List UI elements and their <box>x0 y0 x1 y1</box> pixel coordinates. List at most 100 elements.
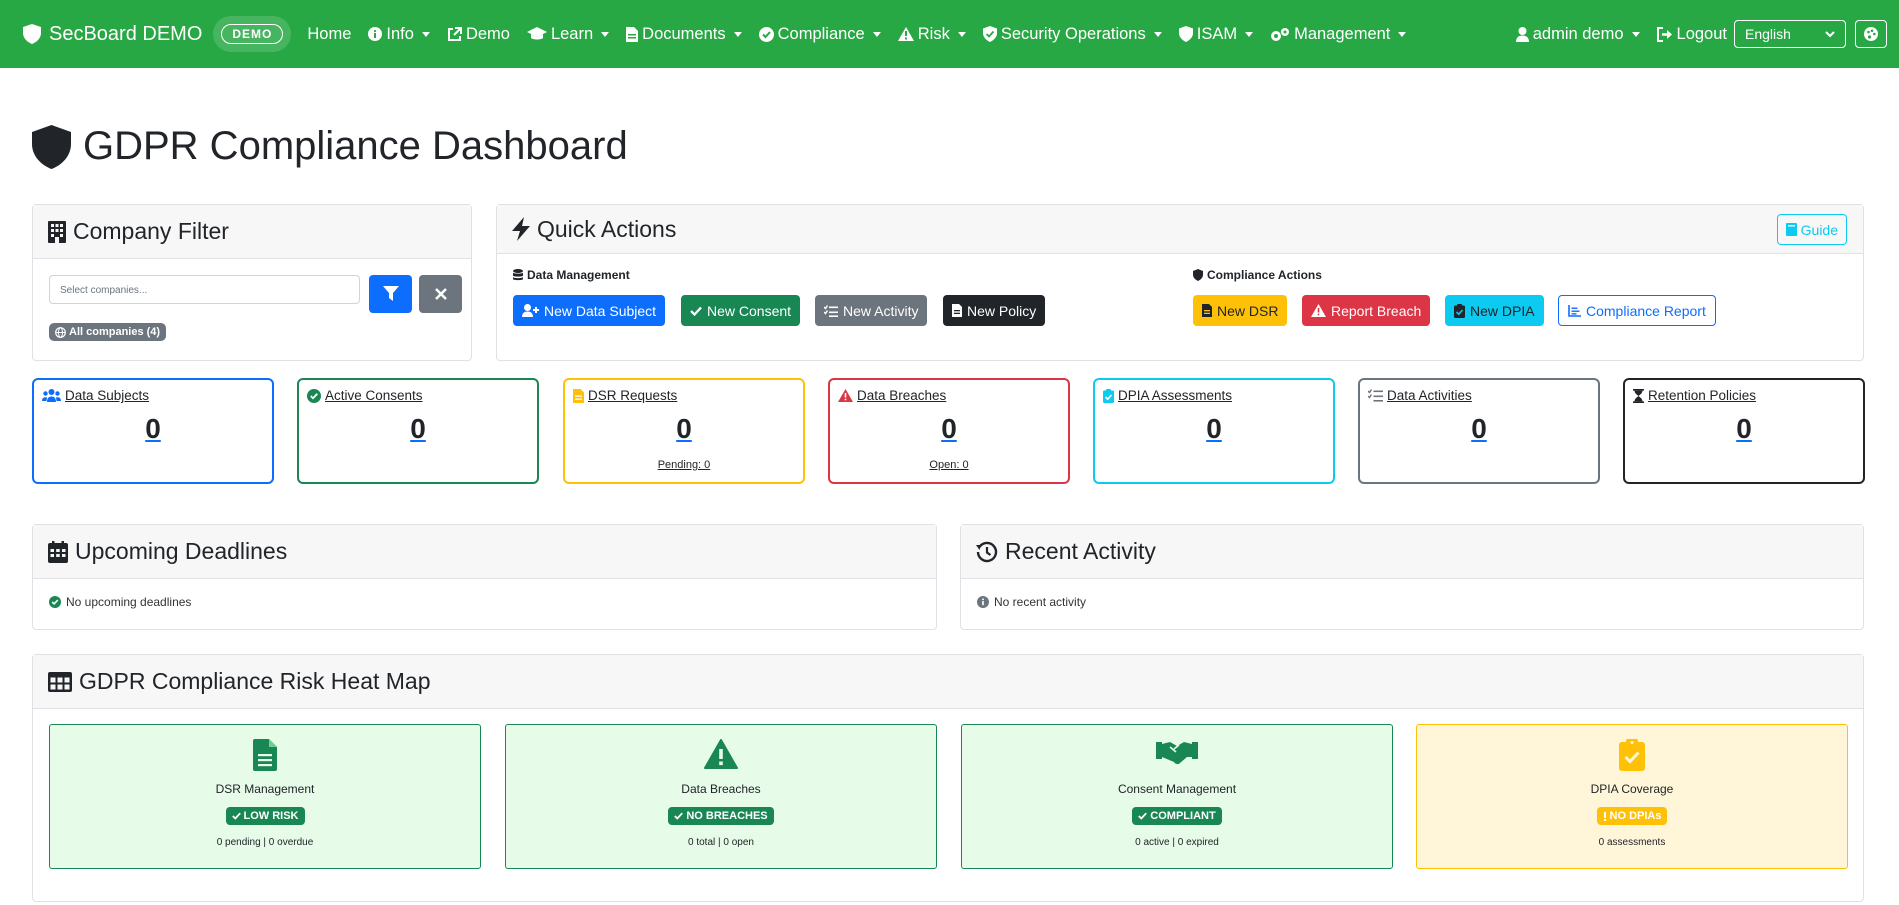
file-icon <box>952 304 962 317</box>
compliance-actions-text: Compliance Actions <box>1207 268 1322 282</box>
new-dsr-label: New DSR <box>1217 302 1279 319</box>
nav-security-operations[interactable]: Security Operations <box>982 24 1162 44</box>
stat-dpia-assessments-label[interactable]: DPIA Assessments <box>1103 388 1232 403</box>
apply-filter-button[interactable] <box>369 275 412 313</box>
chevron-down-icon <box>733 31 742 37</box>
stat-label-text: Active Consents <box>325 388 423 403</box>
nav-home[interactable]: Home <box>307 25 351 44</box>
check-circle-icon <box>758 26 774 42</box>
nav-compliance-label: Compliance <box>777 24 865 43</box>
stat-retention-policies-label[interactable]: Retention Policies <box>1633 388 1756 403</box>
stat-value[interactable]: 0 <box>34 413 272 445</box>
stat-active-consents[interactable]: Active Consents 0 <box>297 378 539 484</box>
stat-sub[interactable]: Pending: 0 <box>565 459 803 471</box>
check-circle-icon <box>307 388 321 403</box>
nav-management[interactable]: Management <box>1270 24 1407 44</box>
new-dpia-label: New DPIA <box>1470 302 1535 319</box>
stat-dsr-requests-label[interactable]: DSR Requests <box>573 388 677 403</box>
info-icon <box>977 596 989 608</box>
clear-filter-button[interactable] <box>419 275 462 313</box>
nav-security-operations-label: Security Operations <box>1000 24 1146 43</box>
nav-isam[interactable]: ISAM <box>1178 25 1254 44</box>
chevron-down-icon <box>1631 31 1640 37</box>
upcoming-deadlines-title: Upcoming Deadlines <box>75 538 288 564</box>
heatmap-cell-detail: 0 total | 0 open <box>688 837 754 848</box>
stat-active-consents-label[interactable]: Active Consents <box>307 388 423 403</box>
guide-label: Guide <box>1800 221 1838 238</box>
warning-icon <box>897 27 914 41</box>
new-data-subject-label: New Data Subject <box>544 302 657 319</box>
new-activity-button[interactable]: New Activity <box>815 295 928 326</box>
language-select[interactable]: English <box>1734 20 1846 48</box>
new-consent-label: New Consent <box>707 302 792 319</box>
guide-button[interactable]: Guide <box>1776 214 1847 245</box>
heatmap-cell-dsr-management: DSR Management LOW RISK 0 pending | 0 ov… <box>49 724 481 869</box>
bolt-icon <box>512 217 530 241</box>
stat-value[interactable]: 0 <box>565 413 803 445</box>
nav-info[interactable]: Info <box>368 25 430 44</box>
heatmap-cell-title: Consent Management <box>1117 782 1237 796</box>
table-icon <box>48 671 72 692</box>
recent-activity-header: Recent Activity <box>961 525 1863 579</box>
chevron-down-icon <box>1825 30 1835 37</box>
stat-label-text: Retention Policies <box>1648 388 1757 403</box>
stat-data-breaches-label[interactable]: Data Breaches <box>838 388 946 403</box>
brand[interactable]: SecBoard DEMO DEMO <box>23 16 292 52</box>
check-icon <box>674 812 684 820</box>
new-consent-button[interactable]: New Consent <box>681 295 801 326</box>
globe-icon <box>55 326 66 338</box>
company-select-placeholder: Select companies... <box>60 285 148 296</box>
heatmap-cell-consent-management: Consent Management COMPLIANT 0 active | … <box>961 724 1393 869</box>
stat-retention-policies[interactable]: Retention Policies 0 <box>1623 378 1865 484</box>
stat-data-activities[interactable]: Data Activities 0 <box>1358 378 1600 484</box>
nav-demo[interactable]: Demo <box>447 25 510 44</box>
new-dpia-button[interactable]: New DPIA <box>1445 295 1544 326</box>
file-icon <box>626 26 639 42</box>
stat-sub[interactable]: Open: 0 <box>830 459 1068 471</box>
stat-data-subjects[interactable]: Data Subjects 0 <box>32 378 274 484</box>
nav-management-label: Management <box>1294 24 1391 43</box>
stat-value[interactable]: 0 <box>299 413 537 445</box>
stat-data-activities-label[interactable]: Data Activities <box>1368 388 1472 403</box>
stat-data-breaches[interactable]: Data Breaches 0 Open: 0 <box>828 378 1070 484</box>
nav-compliance[interactable]: Compliance <box>758 24 881 44</box>
file-icon <box>1202 304 1212 317</box>
quick-actions-title: Quick Actions <box>537 215 677 242</box>
stat-value[interactable]: 0 <box>1625 413 1863 445</box>
risk-heatmap-title: GDPR Compliance Risk Heat Map <box>79 668 431 694</box>
stat-value[interactable]: 0 <box>1360 413 1598 445</box>
nav-risk[interactable]: Risk <box>897 25 966 44</box>
chevron-down-icon <box>601 31 610 37</box>
file-icon <box>573 388 584 403</box>
building-icon <box>48 220 66 243</box>
clipboard-check-icon <box>1454 303 1465 318</box>
compliance-report-button[interactable]: Compliance Report <box>1558 295 1716 326</box>
logout-link[interactable]: Logout <box>1656 25 1727 44</box>
new-policy-label: New Policy <box>967 302 1037 319</box>
user-menu[interactable]: admin demo <box>1515 24 1640 44</box>
new-policy-button[interactable]: New Policy <box>943 295 1046 326</box>
warning-icon <box>838 389 853 402</box>
company-select-input[interactable]: Select companies... <box>49 275 360 304</box>
nav-documents[interactable]: Documents <box>626 25 742 44</box>
upcoming-deadlines-card: Upcoming Deadlines No upcoming deadlines <box>32 524 937 630</box>
status-badge-text: LOW RISK <box>243 810 299 822</box>
chevron-down-icon <box>872 31 881 37</box>
close-icon <box>434 288 447 300</box>
report-breach-label: Report Breach <box>1331 302 1422 319</box>
user-name: admin demo <box>1532 24 1624 43</box>
stat-value[interactable]: 0 <box>830 413 1068 445</box>
stat-value[interactable]: 0 <box>1095 413 1333 445</box>
report-breach-button[interactable]: Report Breach <box>1302 295 1431 326</box>
new-dsr-button[interactable]: New DSR <box>1193 295 1288 326</box>
theme-toggle-button[interactable] <box>1855 20 1887 48</box>
nav-learn[interactable]: Learn <box>526 25 610 44</box>
chevron-down-icon <box>1398 31 1407 37</box>
stat-data-subjects-label[interactable]: Data Subjects <box>42 388 149 403</box>
stat-dpia-assessments[interactable]: DPIA Assessments 0 <box>1093 378 1335 484</box>
stat-dsr-requests[interactable]: DSR Requests 0 Pending: 0 <box>563 378 805 484</box>
no-activity-text: No recent activity <box>994 595 1087 609</box>
nav-demo-label: Demo <box>465 24 510 43</box>
user-icon <box>1515 26 1529 42</box>
new-data-subject-button[interactable]: New Data Subject <box>513 295 666 326</box>
